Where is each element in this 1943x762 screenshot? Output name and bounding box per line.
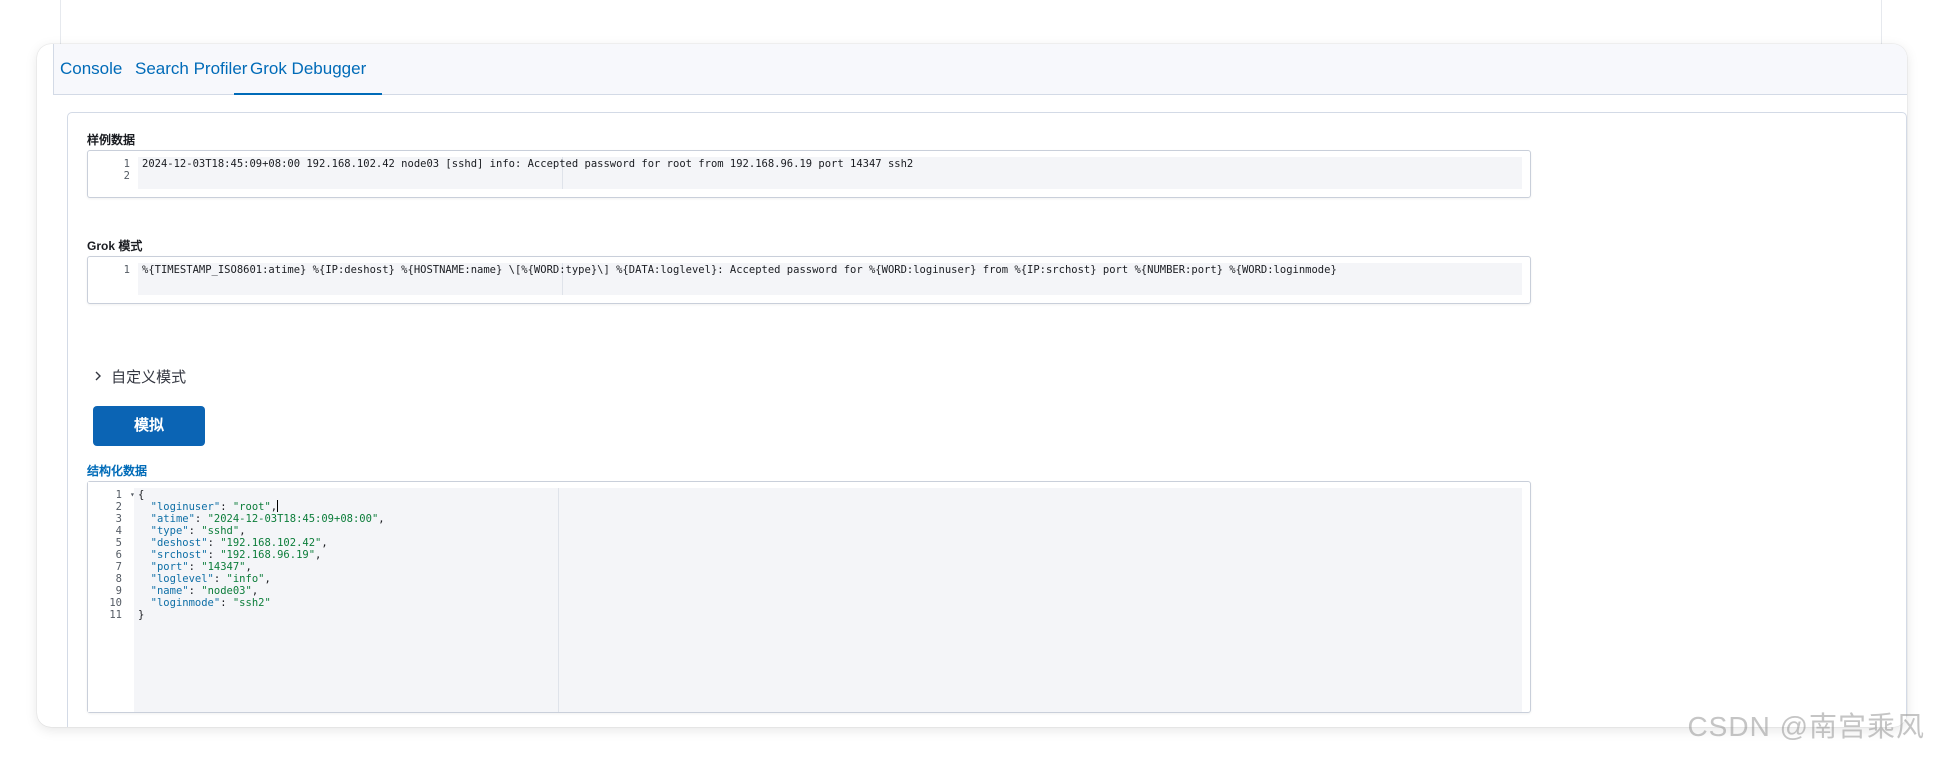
tab-grok-debugger[interactable]: Grok Debugger [233, 44, 383, 95]
dev-tools-card: Console Search Profiler Grok Debugger 样例… [37, 44, 1907, 727]
json-key: "loginmode" [150, 597, 221, 609]
text-cursor [277, 500, 279, 512]
grok-pattern-label: Grok 模式 [87, 239, 143, 253]
code-line: 2024-12-03T18:45:09+08:00 192.168.102.42… [142, 158, 914, 170]
background-window-frame [60, 0, 1882, 44]
dev-tools-tab-bar: Console Search Profiler Grok Debugger [53, 44, 1907, 95]
line-number: 1 [123, 264, 130, 276]
json-field-line: "loginmode": "ssh2" [150, 597, 271, 609]
structured-data-gutter: 1 ▾ 2 3 4 5 6 7 8 9 10 11 [88, 482, 135, 712]
tab-search-profiler[interactable]: Search Profiler [135, 44, 247, 94]
line-number: 2 [123, 170, 130, 182]
structured-data-editor[interactable]: 1 ▾ 2 3 4 5 6 7 8 9 10 11 { "loginuser":… [87, 481, 1531, 713]
print-margin [558, 488, 559, 712]
structured-data-label: 结构化数据 [87, 464, 148, 478]
custom-patterns-accordion[interactable]: 自定义模式 [93, 365, 186, 389]
grok-debugger-panel: 样例数据 1 2 2024-12-03T18:45:09+08:00 192.1… [67, 112, 1907, 727]
simulate-button[interactable]: 模拟 [93, 406, 205, 446]
sample-data-code[interactable]: 2024-12-03T18:45:09+08:00 192.168.102.42… [138, 157, 1522, 189]
sample-data-gutter: 1 2 [88, 151, 138, 197]
chevron-right-icon [93, 365, 107, 389]
code-line: } [138, 608, 144, 622]
structured-data-code[interactable]: { "loginuser": "root", "atime": "2024-12… [134, 488, 1522, 712]
tab-console[interactable]: Console [60, 44, 122, 94]
code-line: %{TIMESTAMP_ISO8601:atime} %{IP:deshost}… [142, 264, 1337, 276]
json-value: "ssh2" [232, 597, 271, 609]
custom-patterns-label: 自定义模式 [111, 369, 187, 386]
grok-pattern-editor[interactable]: 1 %{TIMESTAMP_ISO8601:atime} %{IP:deshos… [87, 256, 1531, 304]
sample-data-label: 样例数据 [87, 133, 136, 147]
json-close-brace: } [138, 609, 145, 621]
grok-pattern-gutter: 1 [88, 257, 138, 303]
grok-pattern-code[interactable]: %{TIMESTAMP_ISO8601:atime} %{IP:deshost}… [138, 263, 1522, 295]
line-number: 11 [109, 609, 122, 621]
sample-data-editor[interactable]: 1 2 2024-12-03T18:45:09+08:00 192.168.10… [87, 150, 1531, 198]
watermark: CSDN @南宫乘风 [1687, 711, 1925, 742]
